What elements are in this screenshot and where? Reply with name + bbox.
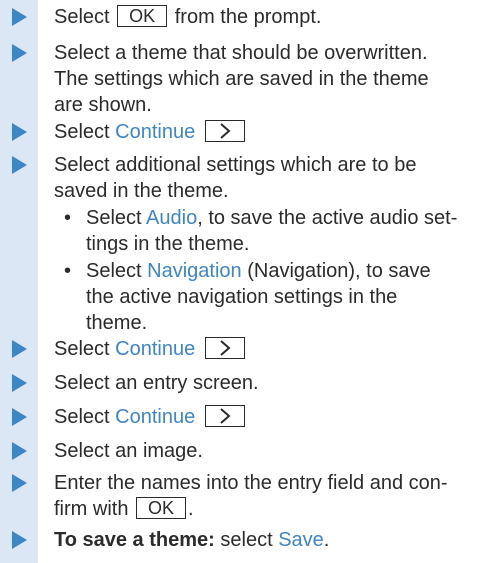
continue-key[interactable] xyxy=(204,405,245,427)
triangle-arrow-icon xyxy=(12,474,27,492)
triangle-arrow-icon xyxy=(12,123,27,141)
step-text: Select OK from the prompt. xyxy=(54,5,322,28)
bullet-dot: • xyxy=(64,260,72,282)
sub-item-text: Select Navigation (Navigation), to save xyxy=(86,260,431,282)
triangle-arrow-icon xyxy=(12,156,27,174)
step-text-line: Select additional settings which are to … xyxy=(54,154,417,176)
triangle-arrow-icon xyxy=(12,8,27,26)
instruction-page: Select OK from the prompt. Select a them… xyxy=(0,0,483,563)
continue-link[interactable]: Continue xyxy=(115,338,195,360)
sub-item-text-line: theme. xyxy=(86,312,148,334)
chevron-right-icon xyxy=(220,408,231,424)
step-text: Select Continue xyxy=(54,336,479,362)
step-text: Select Continue xyxy=(54,404,479,430)
triangle-arrow-icon xyxy=(12,408,27,426)
triangle-arrow-icon xyxy=(12,531,27,549)
navigation-link[interactable]: Navigation xyxy=(147,260,242,282)
step-text: To save a theme: select Save. xyxy=(54,529,330,551)
sub-item-text-line: the active navigation settings in the xyxy=(86,286,398,308)
triangle-arrow-icon xyxy=(12,442,27,460)
step-text-line: saved in the theme. xyxy=(54,180,229,202)
continue-key[interactable] xyxy=(204,337,245,359)
step-text-line: are shown. xyxy=(54,94,152,116)
continue-key[interactable] xyxy=(204,120,245,142)
save-link[interactable]: Save xyxy=(278,529,324,551)
continue-link[interactable]: Continue xyxy=(115,406,195,428)
step-text: Select Continue xyxy=(54,119,479,145)
continue-link[interactable]: Continue xyxy=(115,121,195,143)
chevron-right-icon xyxy=(220,123,231,139)
ok-key: OK xyxy=(117,5,168,27)
step-text: Select an entry screen. xyxy=(54,372,259,394)
triangle-arrow-icon xyxy=(12,44,27,62)
step-text-line: The settings which are saved in the them… xyxy=(54,68,429,90)
chevron-right-icon xyxy=(220,340,231,356)
ok-key: OK xyxy=(136,497,187,519)
audio-link[interactable]: Audio xyxy=(146,207,197,229)
sub-item-text-line: tings in the theme. xyxy=(86,233,250,255)
step-text-line: Select a theme that should be overwritte… xyxy=(54,42,428,64)
triangle-arrow-icon xyxy=(12,340,27,358)
step-text: Select an image. xyxy=(54,440,203,462)
step-text-line: Enter the names into the entry field and… xyxy=(54,472,448,494)
step-text-line: firm with OK. xyxy=(54,497,194,520)
sub-item-text: Select Audio, to save the active audio s… xyxy=(86,207,458,229)
bullet-dot: • xyxy=(64,207,72,229)
triangle-arrow-icon xyxy=(12,374,27,392)
